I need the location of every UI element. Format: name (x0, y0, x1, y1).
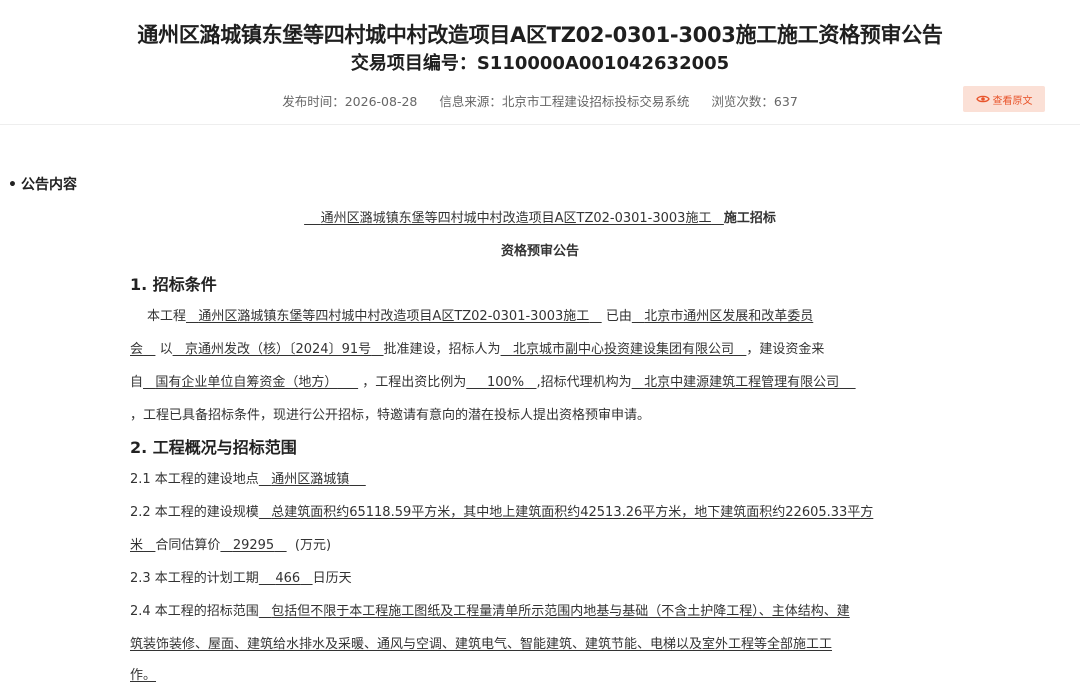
project-number-label: 交易项目编号： (350, 53, 477, 74)
doc-title-line1: 通州区潞城镇东堡等四村城中村改造项目A区TZ02-0301-3003施工 施工招… (0, 207, 1080, 226)
tenderer-name: 北京城市副中心投资建设集团有限公司 (512, 342, 734, 357)
p1-line4: ，工程已具备招标条件，现进行公开招标，特邀请有意向的潜在投标人提出资格预审申请。 (130, 408, 651, 423)
item-2-4-line1: 2.4 本工程的招标范围 包括但不限于本工程施工图纸及工程量清单所示范围内地基与… (130, 604, 850, 619)
publish-label: 发布时间： (282, 94, 345, 109)
item-2-3: 2.3 本工程的计划工期 466 日历天 (130, 571, 352, 586)
source-value: 北京市工程建设招标投标交易系统 (501, 94, 690, 109)
view-original-button[interactable]: 查看原文 (963, 86, 1045, 112)
views-count: 637 (773, 94, 798, 109)
approver-name: 北京市通州区发展和改革委员 (644, 309, 814, 324)
bid-scope: 包括但不限于本工程施工图纸及工程量清单所示范围内地基与基础（不含土护降工程）、主… (271, 604, 850, 619)
doc-title-line2: 资格预审公告 (500, 244, 579, 259)
view-original-label: 查看原文 (992, 95, 1033, 107)
section-1-heading: 1. 招标条件 (130, 275, 217, 294)
page-title: 通州区潞城镇东堡等四村城中村改造项目A区TZ02-0301-3003施工施工资格… (137, 23, 943, 47)
doc-title-suffix: 施工招标 (723, 211, 776, 226)
views-label: 浏览次数： (711, 94, 774, 109)
project-number-value: S110000A001042632005 (476, 53, 730, 74)
notice-header: 通州区潞城镇东堡等四村城中村改造项目A区TZ02-0301-3003施工施工资格… (0, 0, 1080, 130)
eye-icon (975, 95, 990, 103)
approval-number: 京通州发改（核）〔2024〕91号 (184, 342, 372, 357)
p1-line1: 本工程 通州区潞城镇东堡等四村城中村改造项目A区TZ02-0301-3003施工… (147, 309, 814, 324)
section-heading-text: 公告内容 (20, 177, 77, 193)
section-heading: • 公告内容 (8, 174, 77, 194)
item-2-2-line2: 米 合同估算价 29295 (万元) (130, 538, 332, 553)
item-2-2-line1: 2.2 本工程的建设规模 总建筑面积约65118.59平方米，其中地上建筑面积约… (130, 505, 874, 520)
fund-source: 国有企业单位自筹资金（地方） (155, 375, 338, 390)
header-divider (0, 124, 1080, 125)
construction-site: 通州区潞城镇 (271, 472, 350, 487)
investment-ratio: 100% (486, 375, 525, 390)
p1-line2: 会 以 京通州发改（核）〔2024〕91号 批准建设，招标人为 北京城市副中心投… (130, 342, 825, 357)
meta-bar: 发布时间：2026-08-28 信息来源：北京市工程建设招标投标交易系统 浏览次数：… (0, 91, 1080, 110)
planned-duration: 466 (275, 571, 301, 586)
p1-line3: 自 国有企业单位自筹资金（地方） ，工程出资比例为 100% ,招标代理机构为 … (130, 375, 840, 390)
contract-price: 29295 (232, 538, 275, 553)
project-number: 交易项目编号：S110000A001042632005 (0, 49, 1080, 75)
source-label: 信息来源： (439, 94, 502, 109)
publish-date: 2026-08-28 (344, 94, 418, 109)
construction-scale: 总建筑面积约65118.59平方米，其中地上建筑面积约42513.26平方米，地… (271, 505, 874, 520)
agent-name: 北京中建源建筑工程管理有限公司 (644, 375, 840, 390)
section-2-heading: 2. 工程概况与招标范围 (130, 438, 297, 457)
bullet-icon: • (8, 177, 17, 193)
item-2-1: 2.1 本工程的建设地点 通州区潞城镇 (130, 472, 350, 487)
item-2-4-line2: 筑装饰装修、屋面、建筑给水排水及采暖、通风与空调、建筑电气、智能建筑、建筑节能、… (130, 637, 833, 652)
doc-title-project: 通州区潞城镇东堡等四村城中村改造项目A区TZ02-0301-3003施工 (320, 211, 712, 226)
project-name: 通州区潞城镇东堡等四村城中村改造项目A区TZ02-0301-3003施工 (198, 309, 590, 324)
item-2-4-line3: 作。 (130, 668, 157, 683)
